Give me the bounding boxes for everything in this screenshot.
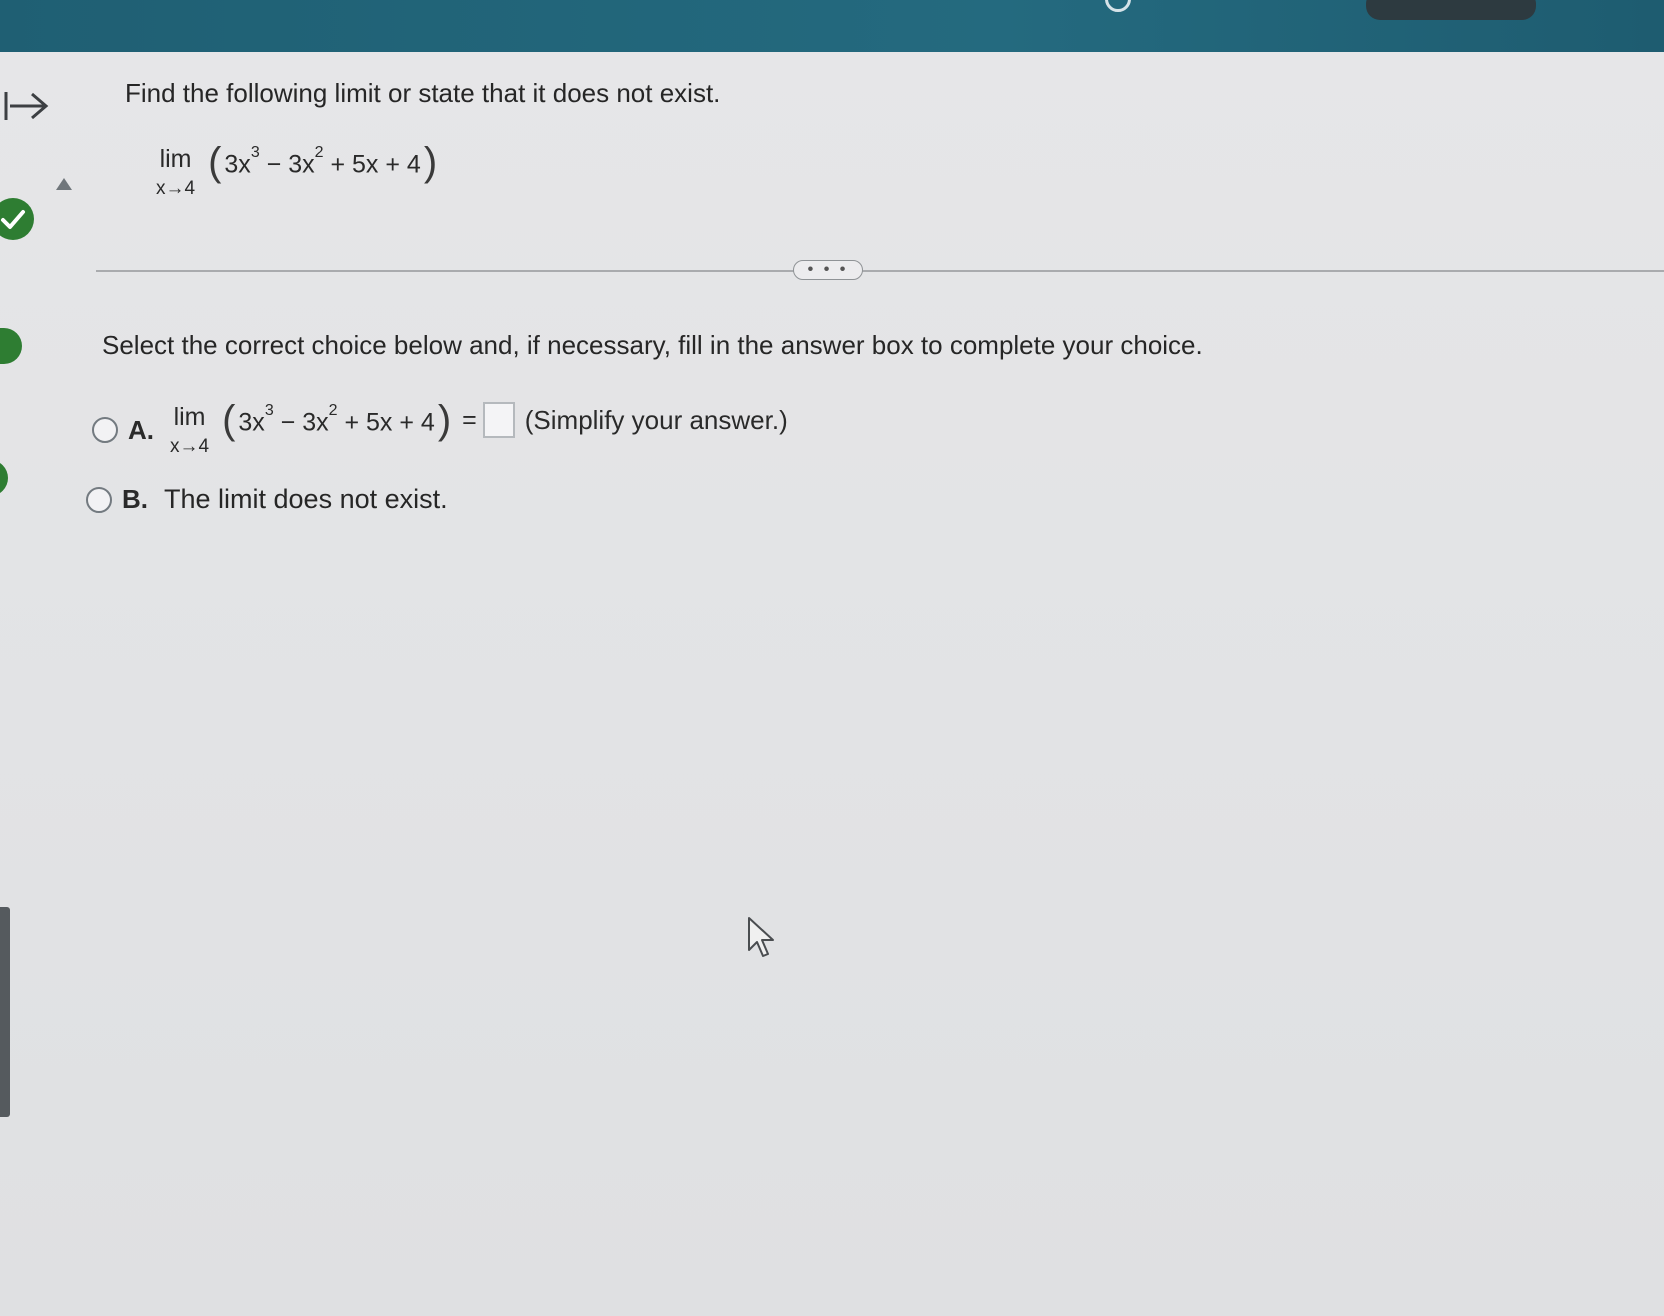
mouse-cursor-icon	[748, 917, 774, 957]
left-rail	[0, 52, 96, 1316]
question-prompt: Find the following limit or state that i…	[125, 78, 721, 108]
lim-label: lim	[159, 145, 192, 173]
up-triangle-icon[interactable]	[56, 178, 72, 190]
scroll-edge	[0, 907, 10, 1117]
simplify-hint: (Simplify your answer.)	[524, 405, 788, 435]
lim-approach: x→4	[156, 178, 196, 199]
open-paren: (	[208, 139, 222, 184]
question-panel: Find the following limit or state that i…	[86, 52, 1664, 1316]
equals-sign: =	[462, 406, 477, 434]
top-bar	[0, 0, 1664, 52]
status-dot	[0, 328, 22, 364]
divider	[96, 270, 1664, 272]
check-circle-icon	[0, 198, 34, 240]
more-button[interactable]: • • •	[793, 260, 863, 280]
radio-choice-a[interactable]	[92, 417, 118, 443]
choice-b-text: The limit does not exist.	[164, 484, 448, 514]
limit-expression: lim x→4 ( 3x3 − 3x2 + 5x + 4 )	[156, 139, 440, 200]
collapse-arrow-icon[interactable]	[0, 88, 52, 124]
instruction-text: Select the correct choice below and, if …	[102, 330, 1203, 360]
choice-a-limit: lim x→4 ( 3x3 − 3x2 + 5x + 4 ) = (Simpli…	[170, 398, 788, 457]
top-bar-button[interactable]	[1366, 0, 1536, 20]
radio-choice-b[interactable]	[86, 486, 112, 513]
choice-a-letter: A.	[128, 414, 154, 445]
answer-input[interactable]	[482, 402, 515, 438]
status-dot	[0, 460, 8, 496]
polynomial: 3x3 − 3x2 + 5x + 4	[224, 144, 421, 179]
choice-b-letter: B.	[122, 484, 148, 514]
choice-b[interactable]: B. The limit does not exist.	[86, 484, 448, 515]
close-paren: )	[423, 139, 438, 184]
progress-ring-icon	[1105, 0, 1131, 12]
choice-a[interactable]: A. lim x→4 ( 3x3 − 3x2 + 5x + 4 ) = (Sim…	[92, 398, 788, 458]
